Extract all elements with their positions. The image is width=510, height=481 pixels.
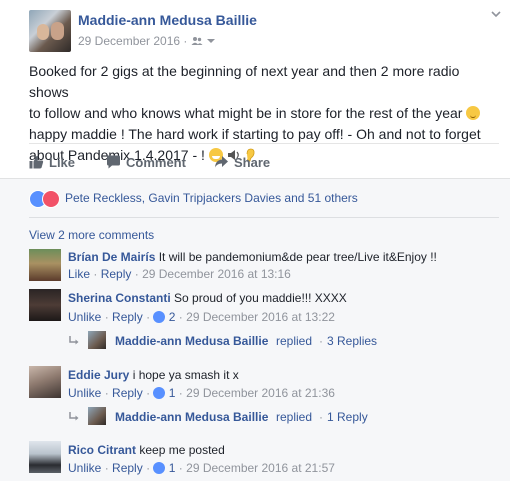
- reply-link[interactable]: Reply: [112, 461, 143, 475]
- unlike-comment-link[interactable]: Unlike: [68, 461, 101, 475]
- replier-name[interactable]: Maddie-ann Medusa Baillie: [115, 334, 268, 348]
- comment-author[interactable]: Sherina Constanti: [68, 291, 171, 305]
- meta-dot: ·: [93, 267, 98, 281]
- avatar[interactable]: [29, 441, 61, 473]
- friends-icon[interactable]: [191, 36, 203, 46]
- author-avatar[interactable]: [29, 10, 71, 52]
- reply-link[interactable]: Reply: [112, 386, 143, 400]
- post-meta: 29 December 2016 ·: [78, 34, 216, 48]
- comment-text: It will be pandemonium&de pear tree/Live…: [158, 250, 437, 264]
- meta-dot: ·: [104, 310, 109, 324]
- love-reaction-icon: [42, 190, 60, 208]
- meta-dot: ·: [104, 386, 109, 400]
- comment-body: Eddie Jury i hope ya smash it x: [68, 368, 239, 382]
- replies-summary[interactable]: Maddie-ann Medusa Baillie replied · 3 Re…: [68, 331, 377, 350]
- comment-author[interactable]: Eddie Jury: [68, 368, 129, 382]
- post-options-chevron-icon[interactable]: [490, 8, 502, 20]
- reply-arrow-icon: [69, 336, 79, 345]
- comments-area: [0, 178, 510, 481]
- replies-count-link[interactable]: 3 Replies: [327, 334, 377, 348]
- audience-chevron-down-icon[interactable]: [206, 37, 216, 45]
- replier-name[interactable]: Maddie-ann Medusa Baillie: [115, 410, 268, 424]
- post-card: Maddie-ann Medusa Baillie 29 December 20…: [0, 0, 510, 481]
- reaction-names[interactable]: Pete Reckless, Gavin Tripjackers Davies …: [65, 191, 358, 205]
- meta-dot: ·: [104, 461, 109, 475]
- divider: [29, 217, 499, 218]
- comment-meta: Like · Reply · 29 December 2016 at 13:16: [68, 267, 291, 281]
- like-count-icon: [153, 311, 166, 323]
- post-author-name[interactable]: Maddie-ann Medusa Baillie: [78, 12, 257, 28]
- meta-dot: ·: [319, 410, 323, 424]
- like-count[interactable]: 1: [169, 461, 176, 475]
- post-text: Booked for 2 gigs at the beginning of ne…: [29, 61, 499, 166]
- divider: [29, 143, 499, 144]
- post-text-line-1: Booked for 2 gigs at the beginning of ne…: [29, 63, 460, 100]
- comment-author[interactable]: Rico Citrant: [68, 443, 136, 457]
- avatar[interactable]: [29, 366, 61, 398]
- comment-timestamp[interactable]: 29 December 2016 at 13:16: [142, 267, 291, 281]
- replies-summary[interactable]: Maddie-ann Medusa Baillie replied · 1 Re…: [68, 407, 368, 426]
- comment-timestamp[interactable]: 29 December 2016 at 21:36: [186, 386, 335, 400]
- post-text-line-2: to follow and who knows what might be in…: [29, 105, 463, 121]
- post-text-line-2-wrap: to follow and who knows what might be in…: [29, 103, 499, 124]
- comment-body: Brían De Mairís It will be pandemonium&d…: [68, 250, 437, 264]
- comment-author[interactable]: Brían De Mairís: [68, 250, 155, 264]
- meta-dot: ·: [178, 310, 183, 324]
- meta-dot: ·: [146, 461, 151, 475]
- avatar[interactable]: [29, 249, 61, 281]
- unlike-comment-link[interactable]: Unlike: [68, 310, 101, 324]
- unlike-comment-link[interactable]: Unlike: [68, 386, 101, 400]
- comment-meta: Unlike · Reply · 2 · 29 December 2016 at…: [68, 310, 335, 324]
- reply-link[interactable]: Reply: [112, 310, 143, 324]
- post-text-line-3: happy maddie ! The hard work if starting…: [29, 126, 481, 142]
- meta-dot: ·: [134, 267, 139, 281]
- avatar: [88, 407, 106, 425]
- view-more-comments-link[interactable]: View 2 more comments: [29, 228, 154, 242]
- comment-text: i hope ya smash it x: [132, 368, 239, 382]
- comment-meta: Unlike · Reply · 1 · 29 December 2016 at…: [68, 386, 335, 400]
- meta-dot: ·: [146, 386, 151, 400]
- like-count-icon: [153, 387, 166, 399]
- replied-label: replied: [276, 334, 313, 348]
- comment-text: So proud of you maddie!!! XXXX: [174, 291, 347, 305]
- comment-icon: [107, 155, 120, 169]
- replies-count-link[interactable]: 1 Reply: [327, 410, 368, 424]
- comment-body: Rico Citrant keep me posted: [68, 443, 225, 457]
- comment-body: Sherina Constanti So proud of you maddie…: [68, 291, 347, 305]
- comment-timestamp[interactable]: 29 December 2016 at 21:57: [186, 461, 335, 475]
- share-label: Share: [234, 155, 271, 170]
- like-label: Like: [49, 155, 76, 170]
- like-count[interactable]: 2: [169, 310, 176, 324]
- meta-dot: ·: [183, 34, 188, 48]
- wink-smiley-emoji-icon: [466, 106, 481, 120]
- replied-label: replied: [276, 410, 313, 424]
- thumbs-up-icon: [29, 155, 44, 169]
- comment-timestamp[interactable]: 29 December 2016 at 13:22: [186, 310, 335, 324]
- meta-dot: ·: [178, 461, 183, 475]
- comment-label: Comment: [126, 155, 186, 170]
- reply-link[interactable]: Reply: [101, 267, 132, 281]
- comment-meta: Unlike · Reply · 1 · 29 December 2016 at…: [68, 461, 335, 475]
- reply-arrow-icon: [69, 412, 79, 421]
- like-count[interactable]: 1: [169, 386, 176, 400]
- avatar[interactable]: [29, 289, 61, 321]
- meta-dot: ·: [319, 334, 323, 348]
- like-comment-link[interactable]: Like: [68, 267, 90, 281]
- meta-dot: ·: [178, 386, 183, 400]
- comment-text: keep me posted: [139, 443, 225, 457]
- share-icon: [215, 156, 228, 168]
- meta-dot: ·: [146, 310, 151, 324]
- like-count-icon: [153, 462, 166, 474]
- avatar: [88, 331, 106, 349]
- post-date[interactable]: 29 December 2016: [78, 34, 180, 48]
